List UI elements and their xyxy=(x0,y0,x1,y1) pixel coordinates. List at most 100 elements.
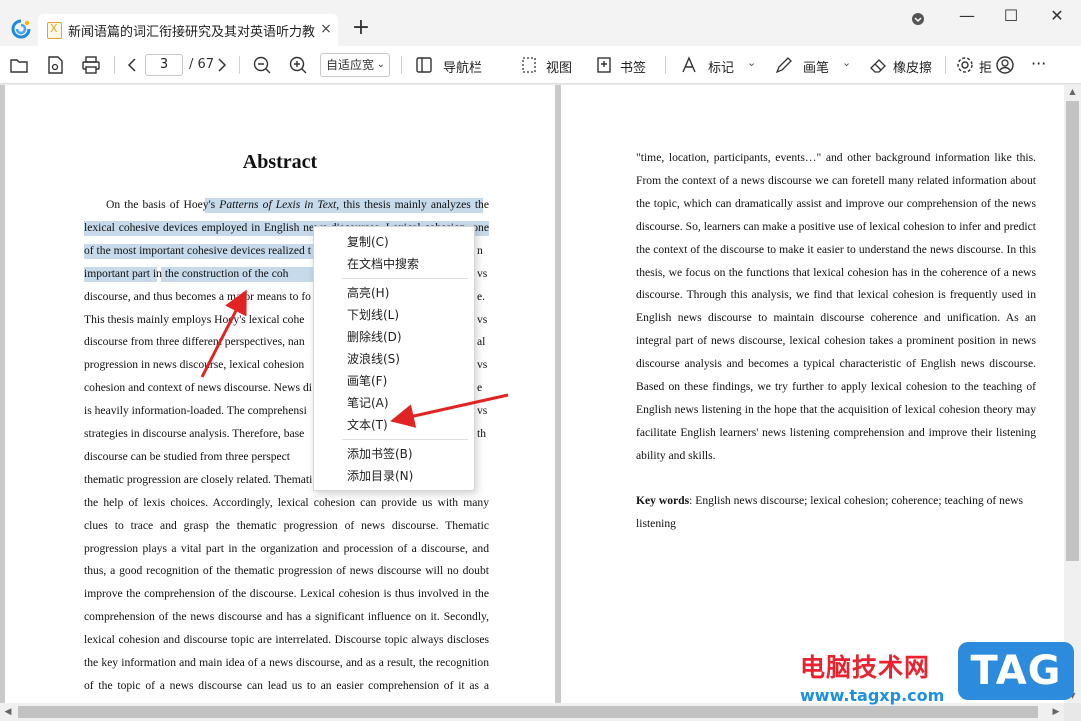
text-line: the help of lexis choices. Accordingly, … xyxy=(84,495,489,509)
nav-pane-icon[interactable] xyxy=(414,55,434,75)
vertical-scroll-thumb[interactable] xyxy=(1066,101,1079,561)
page-number-input[interactable]: 3 xyxy=(145,54,183,76)
scroll-right-icon[interactable]: ▶ xyxy=(1048,703,1064,721)
chevron-down-icon: ⌄ xyxy=(376,59,385,70)
text-line: integral part of news discourse, lexical… xyxy=(636,334,1036,348)
document-file-icon xyxy=(47,22,62,39)
text-line: This thesis mainly employs Hoey's lexica… xyxy=(84,312,305,326)
next-page-icon[interactable] xyxy=(211,55,231,75)
save-file-icon[interactable] xyxy=(45,55,65,75)
toolbar-separator xyxy=(239,56,240,74)
text-line: discourse. So, learners can make a posit… xyxy=(636,219,1036,233)
vertical-scrollbar[interactable]: ▲ ▼ xyxy=(1064,85,1081,703)
menu-item-add-toc[interactable]: 添加目录(N) xyxy=(314,465,474,487)
text-line: discourse, and thus becomes a major mean… xyxy=(84,289,311,303)
text-line: comprehension of the news discourse and … xyxy=(84,610,489,624)
text-line: Based on these findings, we try further … xyxy=(636,380,1036,393)
menu-separator xyxy=(342,278,468,279)
menu-item-highlight[interactable]: 高亮(H) xyxy=(314,282,474,304)
previous-page-icon[interactable] xyxy=(123,55,143,75)
more-menu-button[interactable]: ··· xyxy=(1031,54,1046,73)
menu-item-note[interactable]: 笔记(A) xyxy=(314,392,474,414)
print-icon[interactable] xyxy=(81,55,101,75)
zoom-mode-select[interactable]: 自适应宽 ⌄ xyxy=(320,53,390,77)
gear-icon[interactable] xyxy=(955,55,975,75)
horizontal-scrollbar[interactable]: ◀ ▶ xyxy=(0,703,1064,721)
menu-item-copy[interactable]: 复制(C) xyxy=(314,231,474,253)
user-avatar-icon[interactable] xyxy=(995,55,1015,75)
document-tab[interactable]: 新闻语篇的词汇衔接研究及其对英语听力教... × xyxy=(38,14,338,46)
text-line: thesis, we focus on the functions that l… xyxy=(636,265,1036,279)
text-line: discourse. Through this analysis, we fin… xyxy=(636,288,1036,302)
menu-item-text[interactable]: 文本(T) xyxy=(314,414,474,436)
menu-item-wavy-line[interactable]: 波浪线(S) xyxy=(314,348,474,370)
toolbar-separator xyxy=(665,56,666,74)
mark-button[interactable]: 标记 xyxy=(708,57,734,76)
keywords-paragraph: Key words: English news discourse; lexic… xyxy=(636,493,1036,509)
menu-item-strikethrough[interactable]: 删除线(D) xyxy=(314,326,474,348)
text-line: of the topic of a news discourse can lea… xyxy=(84,678,489,692)
text-fragment: vs xyxy=(477,404,488,418)
scroll-left-icon[interactable]: ◀ xyxy=(0,703,16,721)
text-line: English news listening in the hope that … xyxy=(636,402,1036,416)
view-button[interactable]: 视图 xyxy=(546,57,572,76)
bookmark-button[interactable]: 书签 xyxy=(620,57,646,76)
eraser-button[interactable]: 橡皮擦 xyxy=(893,57,932,76)
text-fragment: vs xyxy=(477,312,488,326)
open-folder-icon[interactable] xyxy=(9,55,29,75)
pdf-page-right[interactable]: "time, location, participants, events…" … xyxy=(561,85,1064,703)
text-fragment: e xyxy=(477,381,483,395)
chevron-down-icon[interactable]: ⌄ xyxy=(747,56,756,69)
eraser-icon[interactable] xyxy=(868,55,888,75)
maximize-button[interactable]: ☐ xyxy=(999,4,1023,28)
toolbar-separator xyxy=(945,56,946,74)
mark-icon[interactable] xyxy=(679,55,699,75)
text-line: important part in the construction of th… xyxy=(84,266,289,280)
minimize-button[interactable]: — xyxy=(955,4,979,28)
new-tab-button[interactable]: + xyxy=(350,17,372,40)
text-line: From the context of a news discourse we … xyxy=(636,173,1036,187)
text-line: thematic progression are closely related… xyxy=(84,472,313,486)
keywords-text-2: listening xyxy=(636,517,676,530)
book-title: Patterns of Lexis in Text xyxy=(219,198,337,211)
chevron-down-icon[interactable]: ⌄ xyxy=(842,56,851,69)
menu-item-add-bookmark[interactable]: 添加书签(B) xyxy=(314,443,474,465)
text-line: cohesion and context of news discourse. … xyxy=(84,381,312,395)
abstract-body-continued[interactable]: "time, location, participants, events…" … xyxy=(561,85,1064,703)
menu-item-search-in-document[interactable]: 在文档中搜索 xyxy=(314,253,474,275)
bookmark-icon[interactable] xyxy=(594,55,614,75)
pen-button[interactable]: 画笔 xyxy=(803,57,829,76)
text-line: progression in news discourse, lexical c… xyxy=(84,358,305,372)
text-line: discourse analysis and becomes a typical… xyxy=(636,357,1036,371)
text-line: the topic, which can dramatically assist… xyxy=(636,196,1036,210)
menu-item-underline[interactable]: 下划线(L) xyxy=(314,304,474,326)
close-button[interactable]: ✕ xyxy=(1045,4,1069,28)
text-line: strategies in discourse analysis. Theref… xyxy=(84,427,305,440)
text-fragment: al xyxy=(477,335,486,349)
menu-item-pen[interactable]: 画笔(F) xyxy=(314,370,474,392)
text-line: of the most important cohesive devices r… xyxy=(84,243,311,257)
horizontal-scroll-thumb[interactable] xyxy=(18,706,1038,718)
watermark-url: www.tagxp.com xyxy=(800,686,945,705)
scroll-up-icon[interactable]: ▲ xyxy=(1064,85,1081,99)
nav-pane-button[interactable]: 导航栏 xyxy=(443,57,482,76)
text-line: the key information and main idea of a n… xyxy=(84,656,489,669)
view-icon[interactable] xyxy=(519,55,539,75)
zoom-out-icon[interactable] xyxy=(252,55,272,75)
document-viewer[interactable]: Abstract On the basis of Hoey's Patterns… xyxy=(0,85,1064,703)
text-line: On the basis of Hoey's Patterns of Lexis… xyxy=(106,198,489,211)
zoom-in-icon[interactable] xyxy=(288,55,308,75)
settings-button[interactable]: 拒 xyxy=(979,57,992,76)
context-menu: 复制(C) 在文档中搜索 高亮(H) 下划线(L) 删除线(D) 波浪线(S) … xyxy=(313,226,475,491)
skin-dropdown-icon[interactable] xyxy=(906,10,930,34)
pen-icon[interactable] xyxy=(774,55,794,75)
text-line: ability and skills. xyxy=(636,448,716,462)
app-logo-icon[interactable] xyxy=(10,18,32,40)
text-line: "time, location, participants, events…" … xyxy=(636,151,1036,164)
text-line: clues to trace and grasp the thematic pr… xyxy=(84,518,489,532)
toolbar-separator xyxy=(401,56,402,74)
tab-close-icon[interactable]: × xyxy=(318,21,334,37)
text-line: is heavily information-loaded. The compr… xyxy=(84,404,307,418)
text-line: discourse from three different perspecti… xyxy=(84,335,305,349)
text-line: improve the comprehension of the discour… xyxy=(84,587,489,601)
